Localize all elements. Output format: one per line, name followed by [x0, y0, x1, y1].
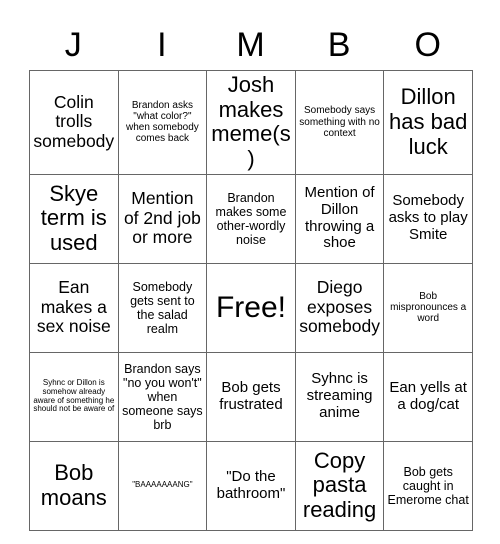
header-letter-j: J	[64, 26, 82, 64]
bingo-cell-free[interactable]: Free!	[206, 262, 296, 353]
bingo-cell[interactable]: Bob gets caught in Emerome chat	[383, 440, 473, 531]
bingo-row: Colin trolls somebody Brandon asks "what…	[29, 70, 473, 175]
bingo-grid: Colin trolls somebody Brandon asks "what…	[29, 70, 473, 531]
bingo-cell[interactable]: Mention of Dillon throwing a shoe	[294, 173, 385, 264]
bingo-row: Skye term is used Mention of 2nd job or …	[29, 173, 473, 264]
bingo-cell[interactable]: Bob moans	[29, 440, 119, 531]
bingo-cell[interactable]: Syhnc is streaming anime	[294, 351, 385, 442]
bingo-cell[interactable]: Skye term is used	[29, 173, 119, 264]
header-letter-b: B	[327, 26, 351, 64]
bingo-row: Syhnc or Dillon is somehow already aware…	[29, 351, 473, 442]
bingo-cell[interactable]: Dillon has bad luck	[383, 70, 473, 175]
bingo-cell[interactable]: Mention of 2nd job or more	[117, 173, 208, 264]
bingo-cell[interactable]: Ean makes a sex noise	[29, 262, 119, 353]
bingo-cell[interactable]: Syhnc or Dillon is somehow already aware…	[29, 351, 119, 442]
bingo-cell[interactable]: Somebody says something with no context	[294, 70, 385, 175]
bingo-row: Bob moans "BAAAAAAANG" "Do the bathroom"…	[29, 440, 473, 531]
bingo-header-letters: J I M B O	[29, 20, 472, 70]
bingo-cell[interactable]: Brandon says "no you won't" when someone…	[117, 351, 208, 442]
header-letter-m: M	[236, 26, 265, 64]
bingo-cell[interactable]: "Do the bathroom"	[206, 440, 296, 531]
header-letter-i: I	[157, 26, 167, 64]
bingo-row: Ean makes a sex noise Somebody gets sent…	[29, 262, 473, 353]
bingo-cell[interactable]: Diego exposes somebody	[294, 262, 385, 353]
bingo-cell[interactable]: Copy pasta reading	[294, 440, 385, 531]
bingo-card: J I M B O Colin trolls somebody Brandon …	[29, 20, 473, 531]
bingo-cell[interactable]: Bob mispronounces a word	[383, 262, 473, 353]
bingo-cell[interactable]: Josh makes meme(s)	[206, 70, 296, 175]
bingo-cell[interactable]: Brandon makes some other-wordly noise	[206, 173, 296, 264]
bingo-cell[interactable]: Colin trolls somebody	[29, 70, 119, 175]
header-letter-o: O	[414, 26, 441, 64]
bingo-cell[interactable]: Ean yells at a dog/cat	[383, 351, 473, 442]
bingo-cell[interactable]: Bob gets frustrated	[206, 351, 296, 442]
bingo-cell[interactable]: Brandon asks "what color?" when somebody…	[117, 70, 208, 175]
bingo-cell[interactable]: Somebody gets sent to the salad realm	[117, 262, 208, 353]
bingo-cell[interactable]: Somebody asks to play Smite	[383, 173, 473, 264]
bingo-cell[interactable]: "BAAAAAAANG"	[117, 440, 208, 531]
